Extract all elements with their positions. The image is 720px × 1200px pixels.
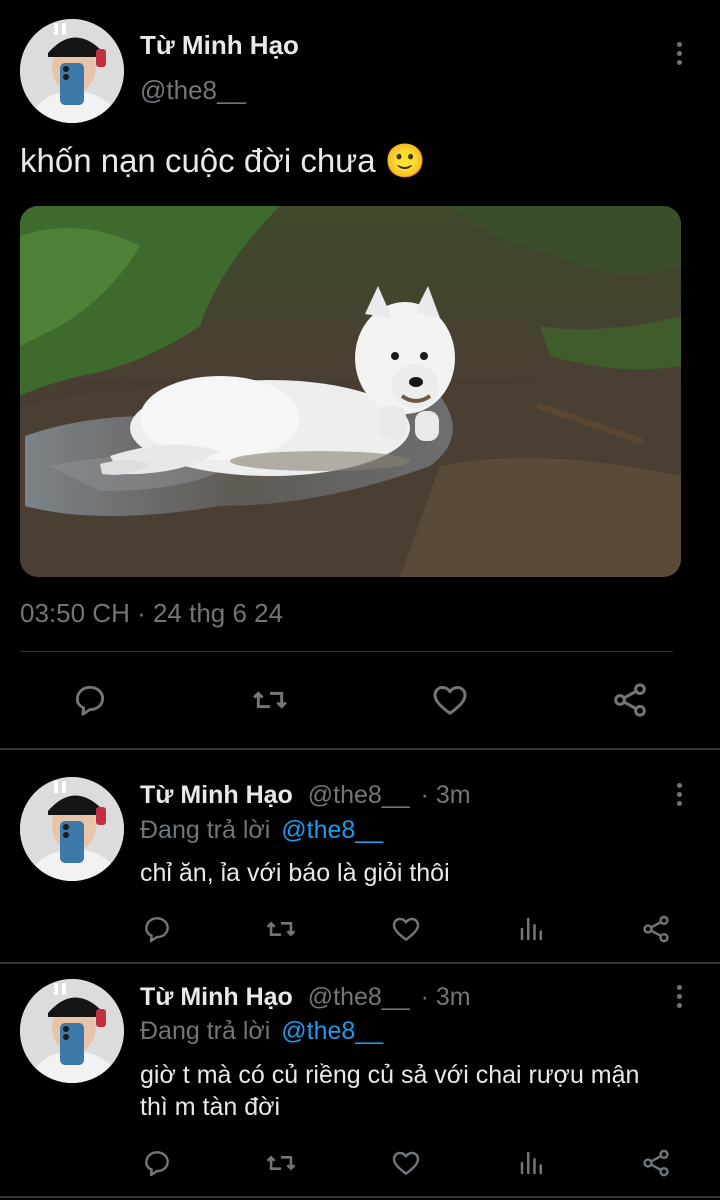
section-divider: [0, 962, 720, 964]
author-name[interactable]: Từ Minh Hạo: [140, 983, 293, 1011]
reply-button[interactable]: [140, 912, 174, 946]
reply-header: Từ Minh Hạo @the8__ · 3m: [140, 983, 471, 1012]
share-icon: [643, 1149, 669, 1177]
replying-to-handle[interactable]: @the8__: [281, 1017, 383, 1045]
avatar[interactable]: [20, 979, 124, 1083]
replying-prefix: Đang trả lời: [140, 816, 271, 844]
share-button[interactable]: [610, 680, 650, 720]
like-icon: [392, 917, 420, 941]
share-button[interactable]: [639, 1146, 673, 1180]
share-icon: [643, 915, 669, 943]
like-icon: [392, 1151, 420, 1175]
tweet-timestamp[interactable]: 03:50 CH · 24 thg 6 24: [20, 598, 283, 629]
retweet-button[interactable]: [250, 680, 290, 720]
share-button[interactable]: [639, 912, 673, 946]
reply-time[interactable]: · 3m: [421, 781, 471, 809]
more-options-icon[interactable]: [675, 783, 683, 806]
avatar-photo: [20, 979, 124, 1083]
retweet-icon: [266, 1155, 296, 1171]
analytics-icon: [520, 1151, 542, 1175]
analytics-icon: [520, 917, 542, 941]
reply-button[interactable]: [70, 680, 110, 720]
replying-to-handle[interactable]: @the8__: [281, 816, 383, 844]
avatar[interactable]: [20, 19, 124, 123]
author-handle[interactable]: @the8__: [308, 781, 410, 809]
share-icon: [614, 683, 646, 717]
retweet-button[interactable]: [264, 912, 298, 946]
avatar-photo: [20, 777, 124, 881]
section-divider: [0, 748, 720, 750]
author-handle[interactable]: @the8__: [308, 983, 410, 1011]
reply-icon: [75, 685, 105, 716]
reply-text: chỉ ăn, ỉa với báo là giỏi thôi: [140, 859, 450, 887]
replying-prefix: Đang trả lời: [140, 1017, 271, 1045]
reply-icon: [145, 1151, 169, 1177]
author-name[interactable]: Từ Minh Hạo: [140, 30, 299, 61]
tweet-text: khốn nạn cuộc đời chưa 🙂: [20, 142, 426, 179]
like-button[interactable]: [430, 680, 470, 720]
more-options-icon[interactable]: [675, 42, 683, 65]
like-icon: [433, 686, 467, 715]
like-button[interactable]: [389, 912, 423, 946]
reply-header: Từ Minh Hạo @the8__ · 3m: [140, 781, 471, 810]
reply-text-line-2: thì m tàn đời: [140, 1093, 281, 1121]
reply-icon: [145, 917, 169, 943]
photo-white-dog-in-mud: [20, 206, 681, 577]
retweet-button[interactable]: [264, 1146, 298, 1180]
author-handle[interactable]: @the8__: [140, 75, 246, 106]
replying-to: Đang trả lời @the8__: [140, 1017, 383, 1046]
avatar[interactable]: [20, 777, 124, 881]
like-button[interactable]: [389, 1146, 423, 1180]
reply-text-line-1: giờ t mà có củ riềng củ sả với chai rượu…: [140, 1061, 640, 1089]
reply-button[interactable]: [140, 1146, 174, 1180]
reply-time[interactable]: · 3m: [421, 983, 471, 1011]
more-options-icon[interactable]: [675, 985, 683, 1008]
section-divider: [0, 1196, 720, 1198]
divider: [20, 651, 673, 652]
replying-to: Đang trả lời @the8__: [140, 816, 383, 845]
avatar-photo: [20, 19, 124, 123]
retweet-icon: [253, 691, 287, 709]
author-name[interactable]: Từ Minh Hạo: [140, 781, 293, 809]
views-button[interactable]: [515, 912, 549, 946]
retweet-icon: [266, 921, 296, 937]
tweet-image[interactable]: [20, 206, 681, 577]
views-button[interactable]: [515, 1146, 549, 1180]
